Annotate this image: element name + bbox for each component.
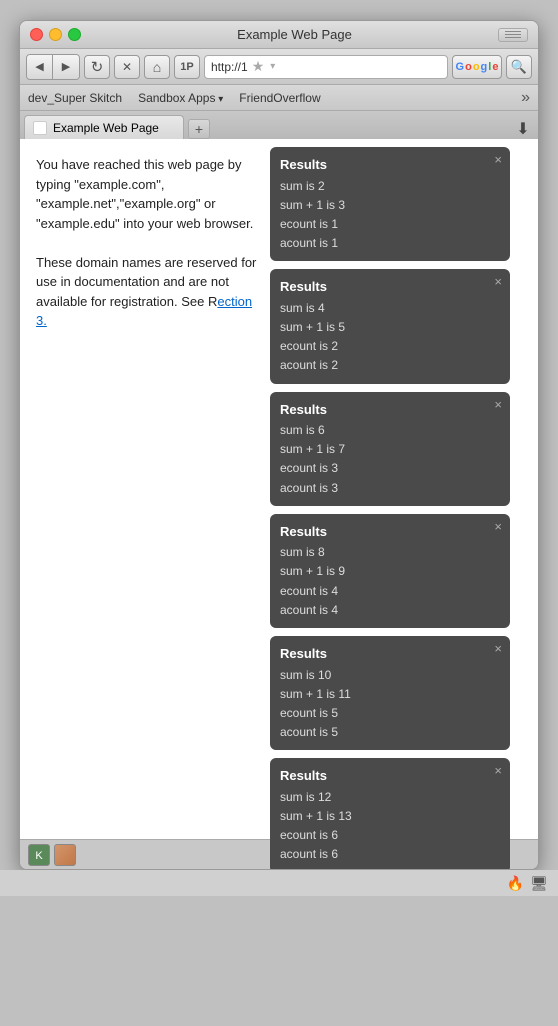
resize-button[interactable]	[498, 28, 528, 42]
new-tab-button[interactable]: +	[188, 119, 210, 139]
panel-4-title: Results	[280, 522, 500, 542]
results-panel-1: Results × sum is 2 sum + 1 is 3 ecount i…	[270, 147, 510, 261]
bookmark-sandbox-apps[interactable]: Sandbox Apps	[138, 91, 223, 105]
panel-2-line-1: sum is 4	[280, 299, 500, 318]
back-button[interactable]: ◀	[27, 55, 53, 79]
avatar-2[interactable]	[54, 844, 76, 866]
panel-5-line-1: sum is 10	[280, 666, 500, 685]
system-icon: 🖥	[530, 875, 548, 892]
results-panel-4: Results × sum is 8 sum + 1 is 9 ecount i…	[270, 514, 510, 628]
user-icon: K	[30, 846, 48, 864]
panel-4-line-2: sum + 1 is 9	[280, 562, 500, 581]
panel-4-line-1: sum is 8	[280, 543, 500, 562]
home-button[interactable]: ⌂	[144, 55, 170, 79]
maximize-button[interactable]	[68, 28, 81, 41]
resize-icon	[505, 31, 521, 39]
search-icon: 🔍	[511, 59, 527, 75]
avatar-bar: K	[28, 844, 76, 866]
panel-1-title: Results	[280, 155, 500, 175]
results-panel-6: Results × sum is 12 sum + 1 is 13 ecount…	[270, 758, 510, 870]
panel-2-close-button[interactable]: ×	[494, 275, 502, 288]
back-forward-group: ◀ ▶	[26, 54, 80, 80]
forward-button[interactable]: ▶	[53, 55, 79, 79]
bookmark-star-icon[interactable]: ★	[252, 58, 265, 75]
paragraph-1: You have reached this web page by typing…	[36, 155, 266, 233]
panel-6-line-2: sum + 1 is 13	[280, 807, 500, 826]
panel-3-close-button[interactable]: ×	[494, 398, 502, 411]
panel-1-line-2: sum + 1 is 3	[280, 196, 500, 215]
window-title: Example Web Page	[91, 27, 498, 42]
tab-title: Example Web Page	[53, 121, 159, 135]
panel-5-close-button[interactable]: ×	[494, 642, 502, 655]
paragraph-2: These domain names are reserved for use …	[36, 253, 266, 331]
panel-3-line-2: sum + 1 is 7	[280, 440, 500, 459]
tab-favicon	[33, 121, 47, 135]
panel-6-line-3: ecount is 6	[280, 826, 500, 845]
page-content: You have reached this web page by typing…	[20, 139, 538, 839]
panel-1-line-1: sum is 2	[280, 177, 500, 196]
url-dropdown-icon[interactable]: ▾	[270, 61, 275, 72]
notification-icon: 🔥	[507, 875, 524, 892]
panel-3-line-4: acount is 3	[280, 479, 500, 498]
bookmarks-bar: dev_Super Skitch Sandbox Apps FriendOver…	[20, 85, 538, 111]
panel-5-line-3: ecount is 5	[280, 704, 500, 723]
url-bar[interactable]: http://1 ★ ▾	[204, 55, 448, 79]
nav-bar: ◀ ▶ ↻ ✕ ⌂ 1P http://1 ★ ▾ Google 🔍	[20, 49, 538, 85]
results-panel-3: Results × sum is 6 sum + 1 is 7 ecount i…	[270, 392, 510, 506]
panel-5-title: Results	[280, 644, 500, 664]
minimize-button[interactable]	[49, 28, 62, 41]
traffic-lights	[30, 28, 81, 41]
results-overlay: Results × sum is 2 sum + 1 is 3 ecount i…	[270, 147, 510, 870]
panel-6-line-1: sum is 12	[280, 788, 500, 807]
search-button[interactable]: 🔍	[506, 55, 532, 79]
downloads-button[interactable]: ⬇	[512, 119, 534, 139]
google-button[interactable]: Google	[452, 55, 502, 79]
results-panel-2: Results × sum is 4 sum + 1 is 5 ecount i…	[270, 269, 510, 383]
panel-6-title: Results	[280, 766, 500, 786]
panel-6-line-4: acount is 6	[280, 845, 500, 864]
panel-4-line-4: acount is 4	[280, 601, 500, 620]
panel-2-line-3: ecount is 2	[280, 337, 500, 356]
reader-button[interactable]: 1P	[174, 55, 200, 79]
close-nav-button[interactable]: ✕	[114, 55, 140, 79]
panel-2-line-2: sum + 1 is 5	[280, 318, 500, 337]
url-text: http://1	[211, 60, 248, 74]
panel-2-line-4: acount is 2	[280, 356, 500, 375]
panel-5-line-2: sum + 1 is 11	[280, 685, 500, 704]
panel-1-close-button[interactable]: ×	[494, 153, 502, 166]
panel-3-line-1: sum is 6	[280, 421, 500, 440]
system-tray: 🔥 🖥	[0, 870, 558, 896]
results-panel-5: Results × sum is 10 sum + 1 is 11 ecount…	[270, 636, 510, 750]
refresh-button[interactable]: ↻	[84, 55, 110, 79]
active-tab[interactable]: Example Web Page	[24, 115, 184, 139]
browser-window: Example Web Page ◀ ▶ ↻ ✕ ⌂ 1P http://1 ★…	[19, 20, 539, 870]
panel-1-line-4: acount is 1	[280, 234, 500, 253]
panel-6-close-button[interactable]: ×	[494, 764, 502, 777]
bookmark-dev-super-skitch[interactable]: dev_Super Skitch	[28, 91, 122, 105]
close-button[interactable]	[30, 28, 43, 41]
svg-text:K: K	[35, 850, 43, 862]
page-body: You have reached this web page by typing…	[36, 155, 266, 331]
panel-4-line-3: ecount is 4	[280, 582, 500, 601]
panel-5-line-4: acount is 5	[280, 723, 500, 742]
panel-4-close-button[interactable]: ×	[494, 520, 502, 533]
bookmark-friendoverflow[interactable]: FriendOverflow	[239, 91, 320, 105]
bookmarks-more-button[interactable]: »	[521, 89, 530, 107]
panel-1-line-3: ecount is 1	[280, 215, 500, 234]
tab-bar: Example Web Page + ⬇	[20, 111, 538, 139]
avatar-1[interactable]: K	[28, 844, 50, 866]
panel-2-title: Results	[280, 277, 500, 297]
panel-3-title: Results	[280, 400, 500, 420]
panel-3-line-3: ecount is 3	[280, 459, 500, 478]
title-bar: Example Web Page	[20, 21, 538, 49]
